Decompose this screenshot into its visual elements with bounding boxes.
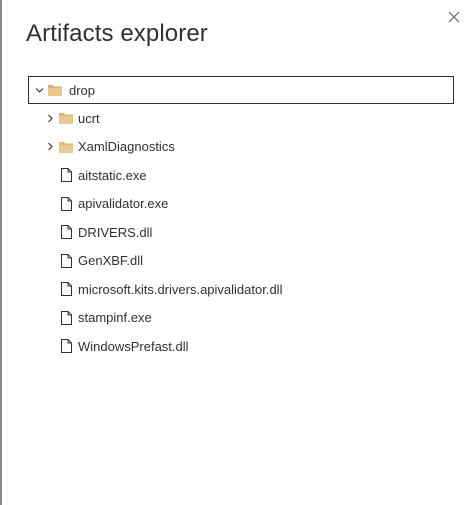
- tree-item-file[interactable]: aitstatic.exe: [28, 161, 454, 190]
- tree-item-label: GenXBF.dll: [78, 253, 144, 269]
- tree-item-label: microsoft.kits.drivers.apivalidator.dll: [78, 281, 283, 297]
- close-button[interactable]: [443, 6, 465, 28]
- chevron-right-icon[interactable]: [45, 113, 55, 123]
- artifacts-explorer-panel: Artifacts explorer drop ucrt XamlDiagnos…: [0, 0, 474, 505]
- file-icon: [58, 196, 74, 212]
- tree-item-file[interactable]: WindowsPrefast.dll: [28, 332, 454, 361]
- tree-item-label: apivalidator.exe: [78, 196, 169, 212]
- tree-item-xamldiagnostics[interactable]: XamlDiagnostics: [28, 133, 454, 162]
- folder-icon: [58, 110, 74, 126]
- tree-item-label: aitstatic.exe: [78, 167, 147, 183]
- tree-item-file[interactable]: microsoft.kits.drivers.apivalidator.dll: [28, 275, 454, 304]
- folder-icon: [58, 139, 74, 155]
- file-icon: [58, 253, 74, 269]
- tree-item-label: XamlDiagnostics: [78, 139, 175, 155]
- chevron-right-icon[interactable]: [45, 142, 55, 152]
- tree-item-file[interactable]: DRIVERS.dll: [28, 218, 454, 247]
- tree-item-drop[interactable]: drop: [28, 76, 454, 104]
- tree-item-file[interactable]: stampinf.exe: [28, 304, 454, 333]
- close-icon: [448, 11, 460, 23]
- file-icon: [58, 310, 74, 326]
- folder-icon: [47, 82, 63, 98]
- tree-item-file[interactable]: GenXBF.dll: [28, 247, 454, 276]
- tree-item-label: ucrt: [78, 110, 100, 126]
- file-icon: [58, 167, 74, 183]
- panel-title: Artifacts explorer: [26, 20, 208, 47]
- tree-item-label: stampinf.exe: [78, 310, 152, 326]
- file-icon: [58, 281, 74, 297]
- tree-item-label: drop: [69, 82, 96, 98]
- tree-item-ucrt[interactable]: ucrt: [28, 104, 454, 133]
- artifacts-tree: drop ucrt XamlDiagnostics aitstatic.exe …: [28, 76, 454, 361]
- file-icon: [58, 224, 74, 240]
- file-icon: [58, 338, 74, 354]
- tree-item-file[interactable]: apivalidator.exe: [28, 190, 454, 219]
- tree-item-label: WindowsPrefast.dll: [78, 338, 189, 354]
- tree-item-label: DRIVERS.dll: [78, 224, 153, 240]
- chevron-down-icon[interactable]: [34, 85, 44, 95]
